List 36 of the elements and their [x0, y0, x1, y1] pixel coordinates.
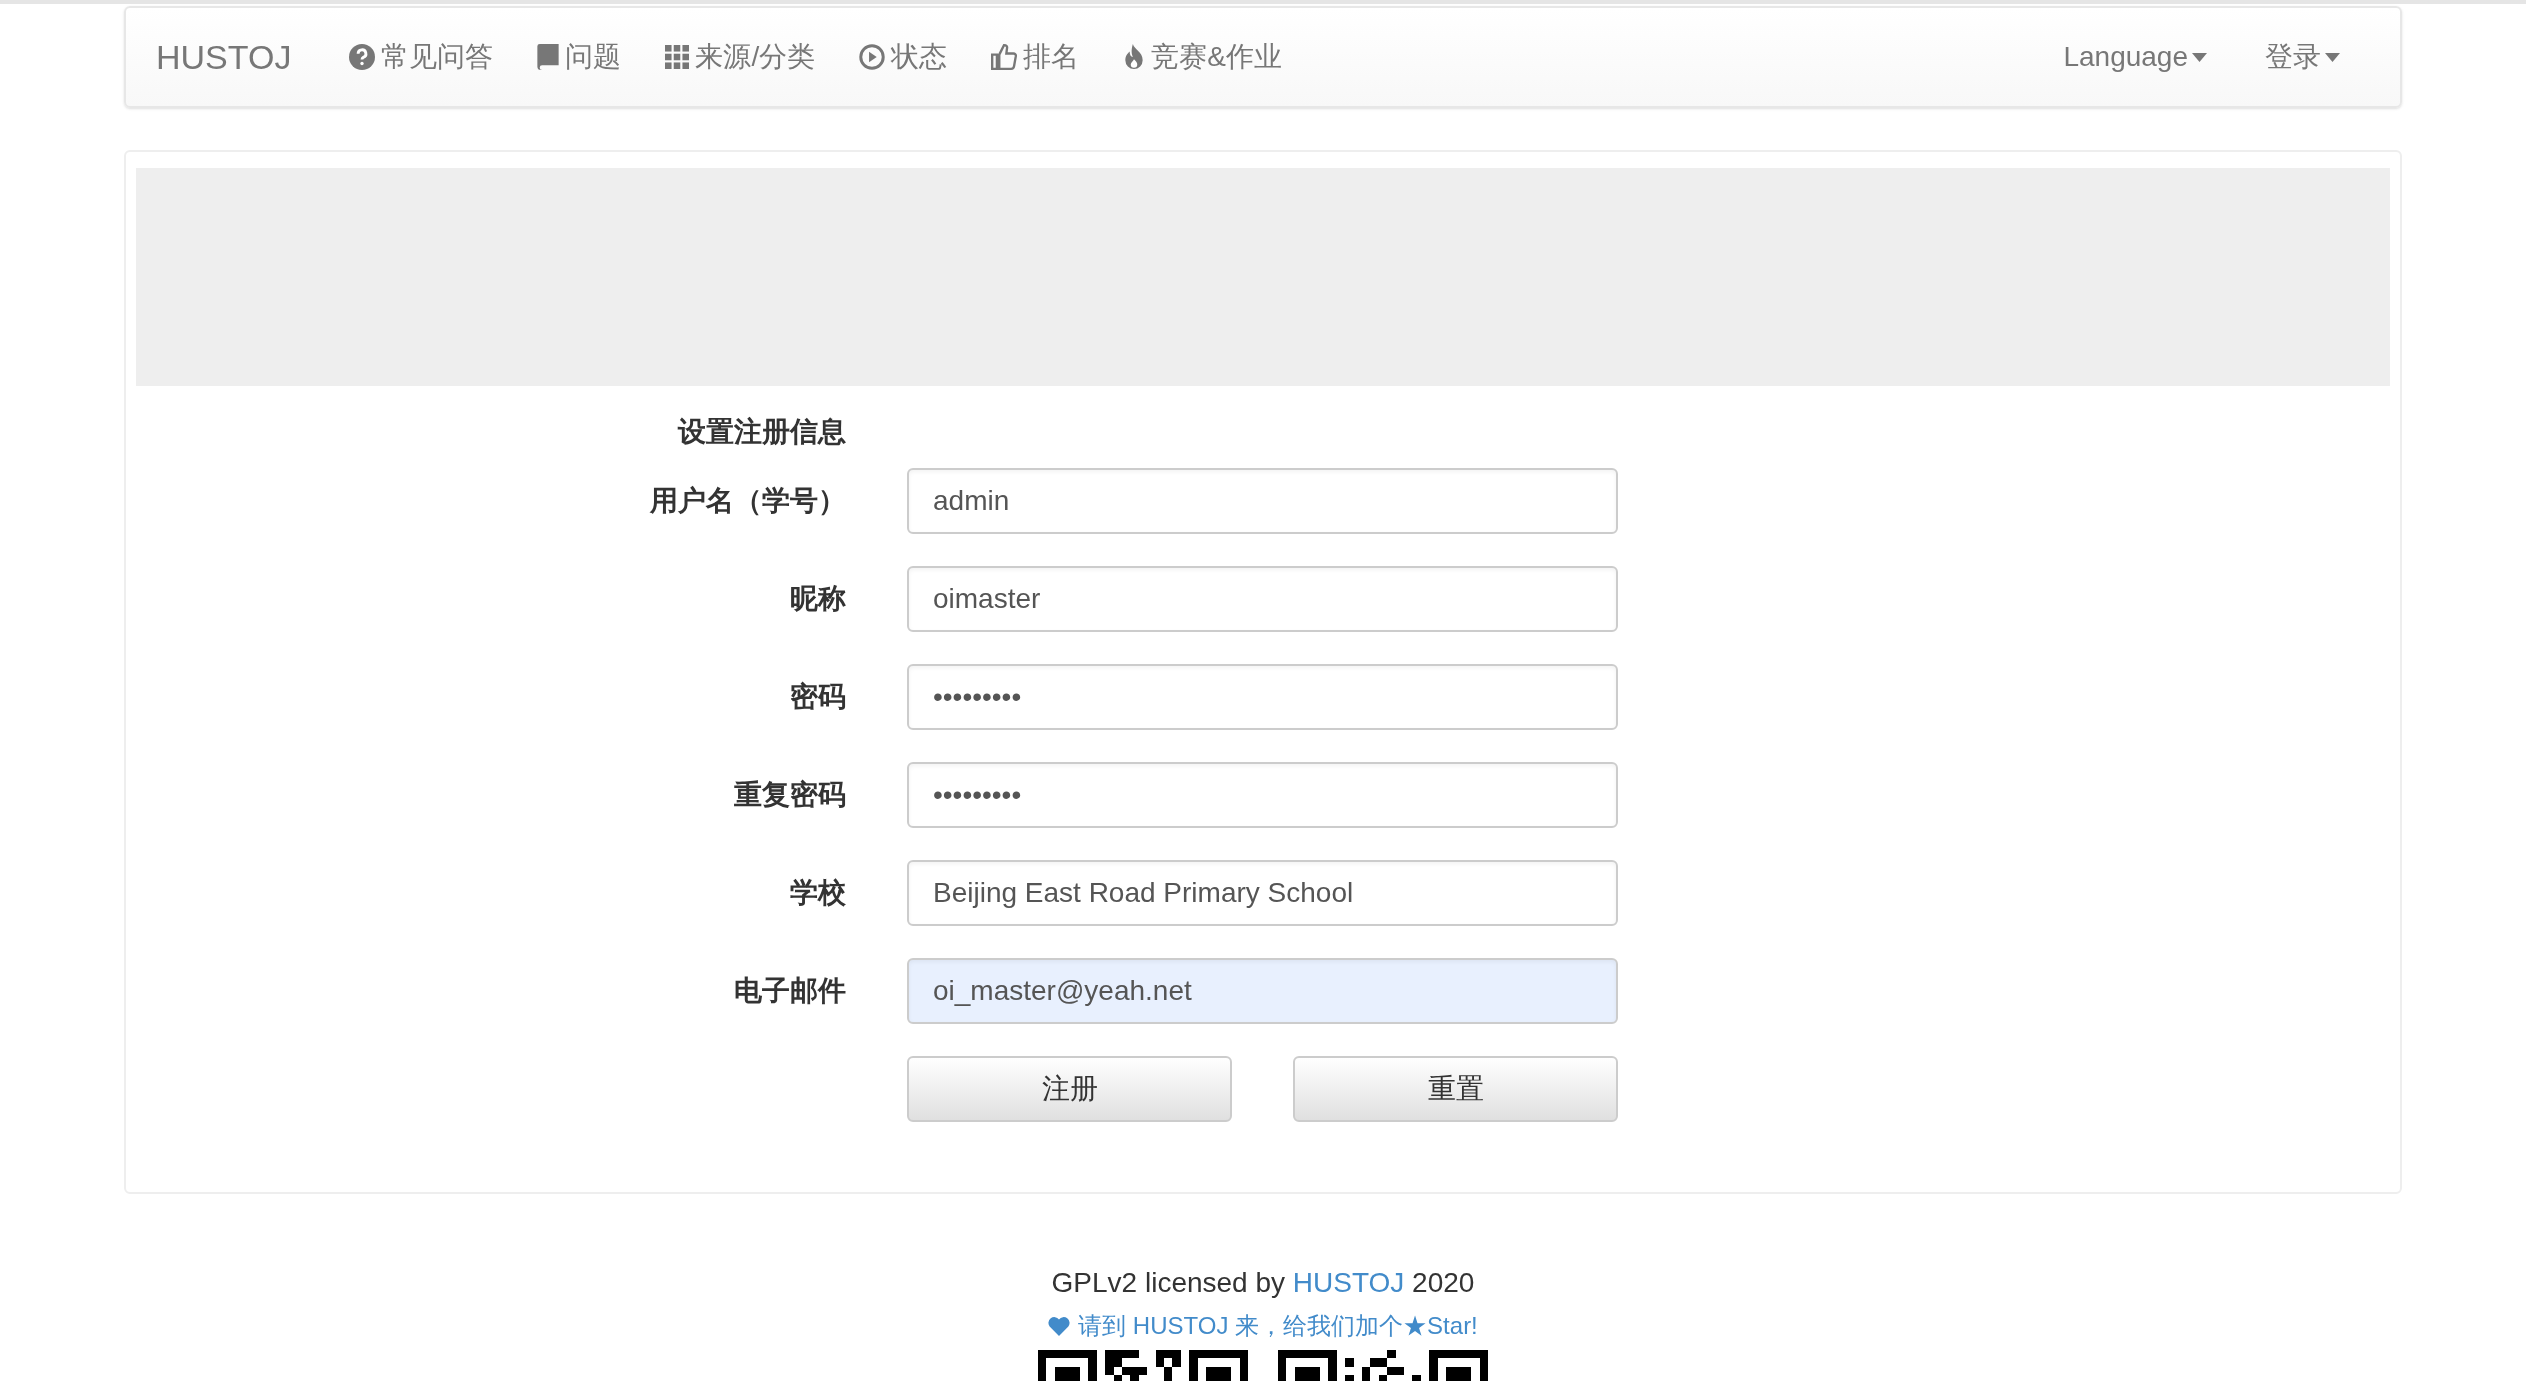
flame-icon: [1123, 44, 1146, 70]
dropdown-toggle[interactable]: Language: [2041, 36, 2229, 78]
input-field[interactable]: oi_master@yeah.net: [907, 958, 1618, 1024]
nav-link[interactable]: 来源/分类: [643, 36, 838, 78]
brand-link[interactable]: HUSTOJ: [156, 31, 292, 83]
input-field[interactable]: •••••••••: [907, 664, 1618, 730]
play-circle-icon: [859, 44, 886, 70]
license-text: GPLv2 licensed by HUSTOJ 2020: [1051, 1266, 1475, 1300]
nav-link[interactable]: 状态: [837, 36, 970, 78]
form-heading: 设置注册信息: [678, 415, 846, 449]
field-label: 昵称: [790, 582, 846, 616]
field-label: 重复密码: [734, 778, 846, 812]
heart-icon: [1048, 1316, 1071, 1336]
nav-link[interactable]: 常见问答: [327, 36, 516, 78]
question-icon: [349, 44, 376, 70]
field-label: 学校: [790, 876, 846, 910]
thumbs-up-icon: [991, 44, 1018, 70]
field-label: 电子邮件: [734, 974, 846, 1008]
field-label: 用户名（学号）: [650, 484, 846, 518]
field-label: 密码: [790, 680, 846, 714]
nav-link[interactable]: 竞赛&作业: [1101, 36, 1304, 78]
input-field[interactable]: •••••••••: [907, 762, 1618, 828]
nav-link[interactable]: 问题: [515, 36, 644, 78]
caret-icon: [2192, 52, 2207, 62]
nav-link[interactable]: 排名: [969, 36, 1102, 78]
form-button[interactable]: 重置: [1293, 1056, 1618, 1122]
caret-icon: [2325, 52, 2340, 62]
hustoj-link[interactable]: HUSTOJ: [1292, 1267, 1405, 1298]
input-field[interactable]: Beijing East Road Primary School: [907, 860, 1618, 926]
input-field[interactable]: oimaster: [907, 566, 1618, 632]
input-field[interactable]: admin: [907, 468, 1618, 534]
grid-icon: [665, 45, 690, 69]
book-icon: [537, 44, 560, 70]
star-link[interactable]: 请到 HUSTOJ 来，给我们加个★Star!: [1048, 1308, 1478, 1344]
dropdown-toggle[interactable]: 登录: [2229, 36, 2370, 78]
form-button[interactable]: 注册: [907, 1056, 1232, 1122]
